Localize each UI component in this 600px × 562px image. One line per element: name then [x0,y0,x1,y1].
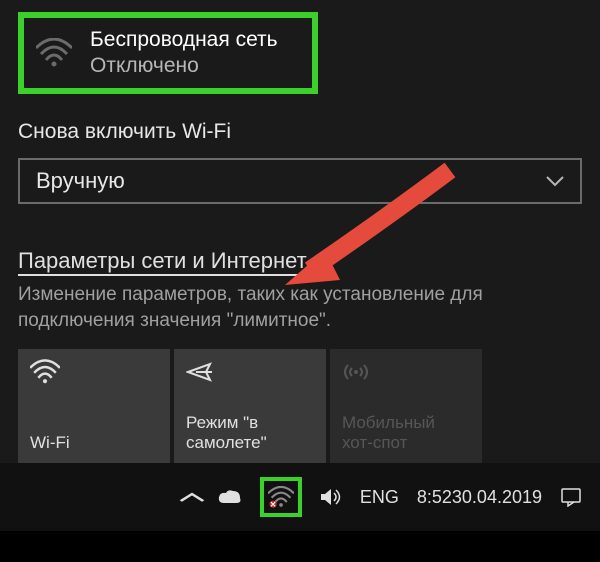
tray-overflow-chevron[interactable] [179,492,205,502]
hotspot-icon [342,359,470,387]
speaker-icon[interactable] [320,487,342,507]
reenable-dropdown[interactable]: Вручную [18,158,582,204]
quick-action-tiles: Wi-Fi Режим "в самолете" Мобильный хот-с… [18,349,582,463]
hotspot-tile: Мобильный хот-спот [330,349,482,463]
tray-date: 30.04.2019 [452,486,542,509]
wifi-icon [30,359,158,387]
reenable-title: Снова включить Wi-Fi [18,120,582,144]
wifi-name: Беспроводная сеть [90,28,278,52]
wifi-status: Отключено [90,54,278,78]
wifi-text-block: Беспроводная сеть Отключено [90,28,278,78]
tray-language[interactable]: ENG [360,487,399,508]
tray-wifi-icon[interactable] [260,477,302,517]
network-settings-desc: Изменение параметров, таких как установл… [18,282,582,333]
tile-label: Wi-Fi [30,433,158,453]
notification-icon[interactable] [560,487,582,507]
wifi-tile[interactable]: Wi-Fi [18,349,170,463]
dropdown-value: Вручную [36,168,125,194]
taskbar: ENG 8:52 30.04.2019 [0,463,600,531]
airplane-mode-tile[interactable]: Режим "в самолете" [174,349,326,463]
tray-clock[interactable]: 8:52 30.04.2019 [417,486,542,509]
network-settings-link[interactable]: Параметры сети и Интернет [18,248,307,274]
airplane-icon [186,359,314,387]
wifi-network-card[interactable]: Беспроводная сеть Отключено [18,12,318,94]
chevron-down-icon [546,171,564,192]
tile-label: Режим "в самолете" [186,413,314,454]
tile-label: Мобильный хот-спот [342,413,470,454]
wifi-icon [36,38,72,68]
tray-time: 8:52 [417,486,452,509]
onedrive-cloud-icon[interactable] [218,489,242,505]
